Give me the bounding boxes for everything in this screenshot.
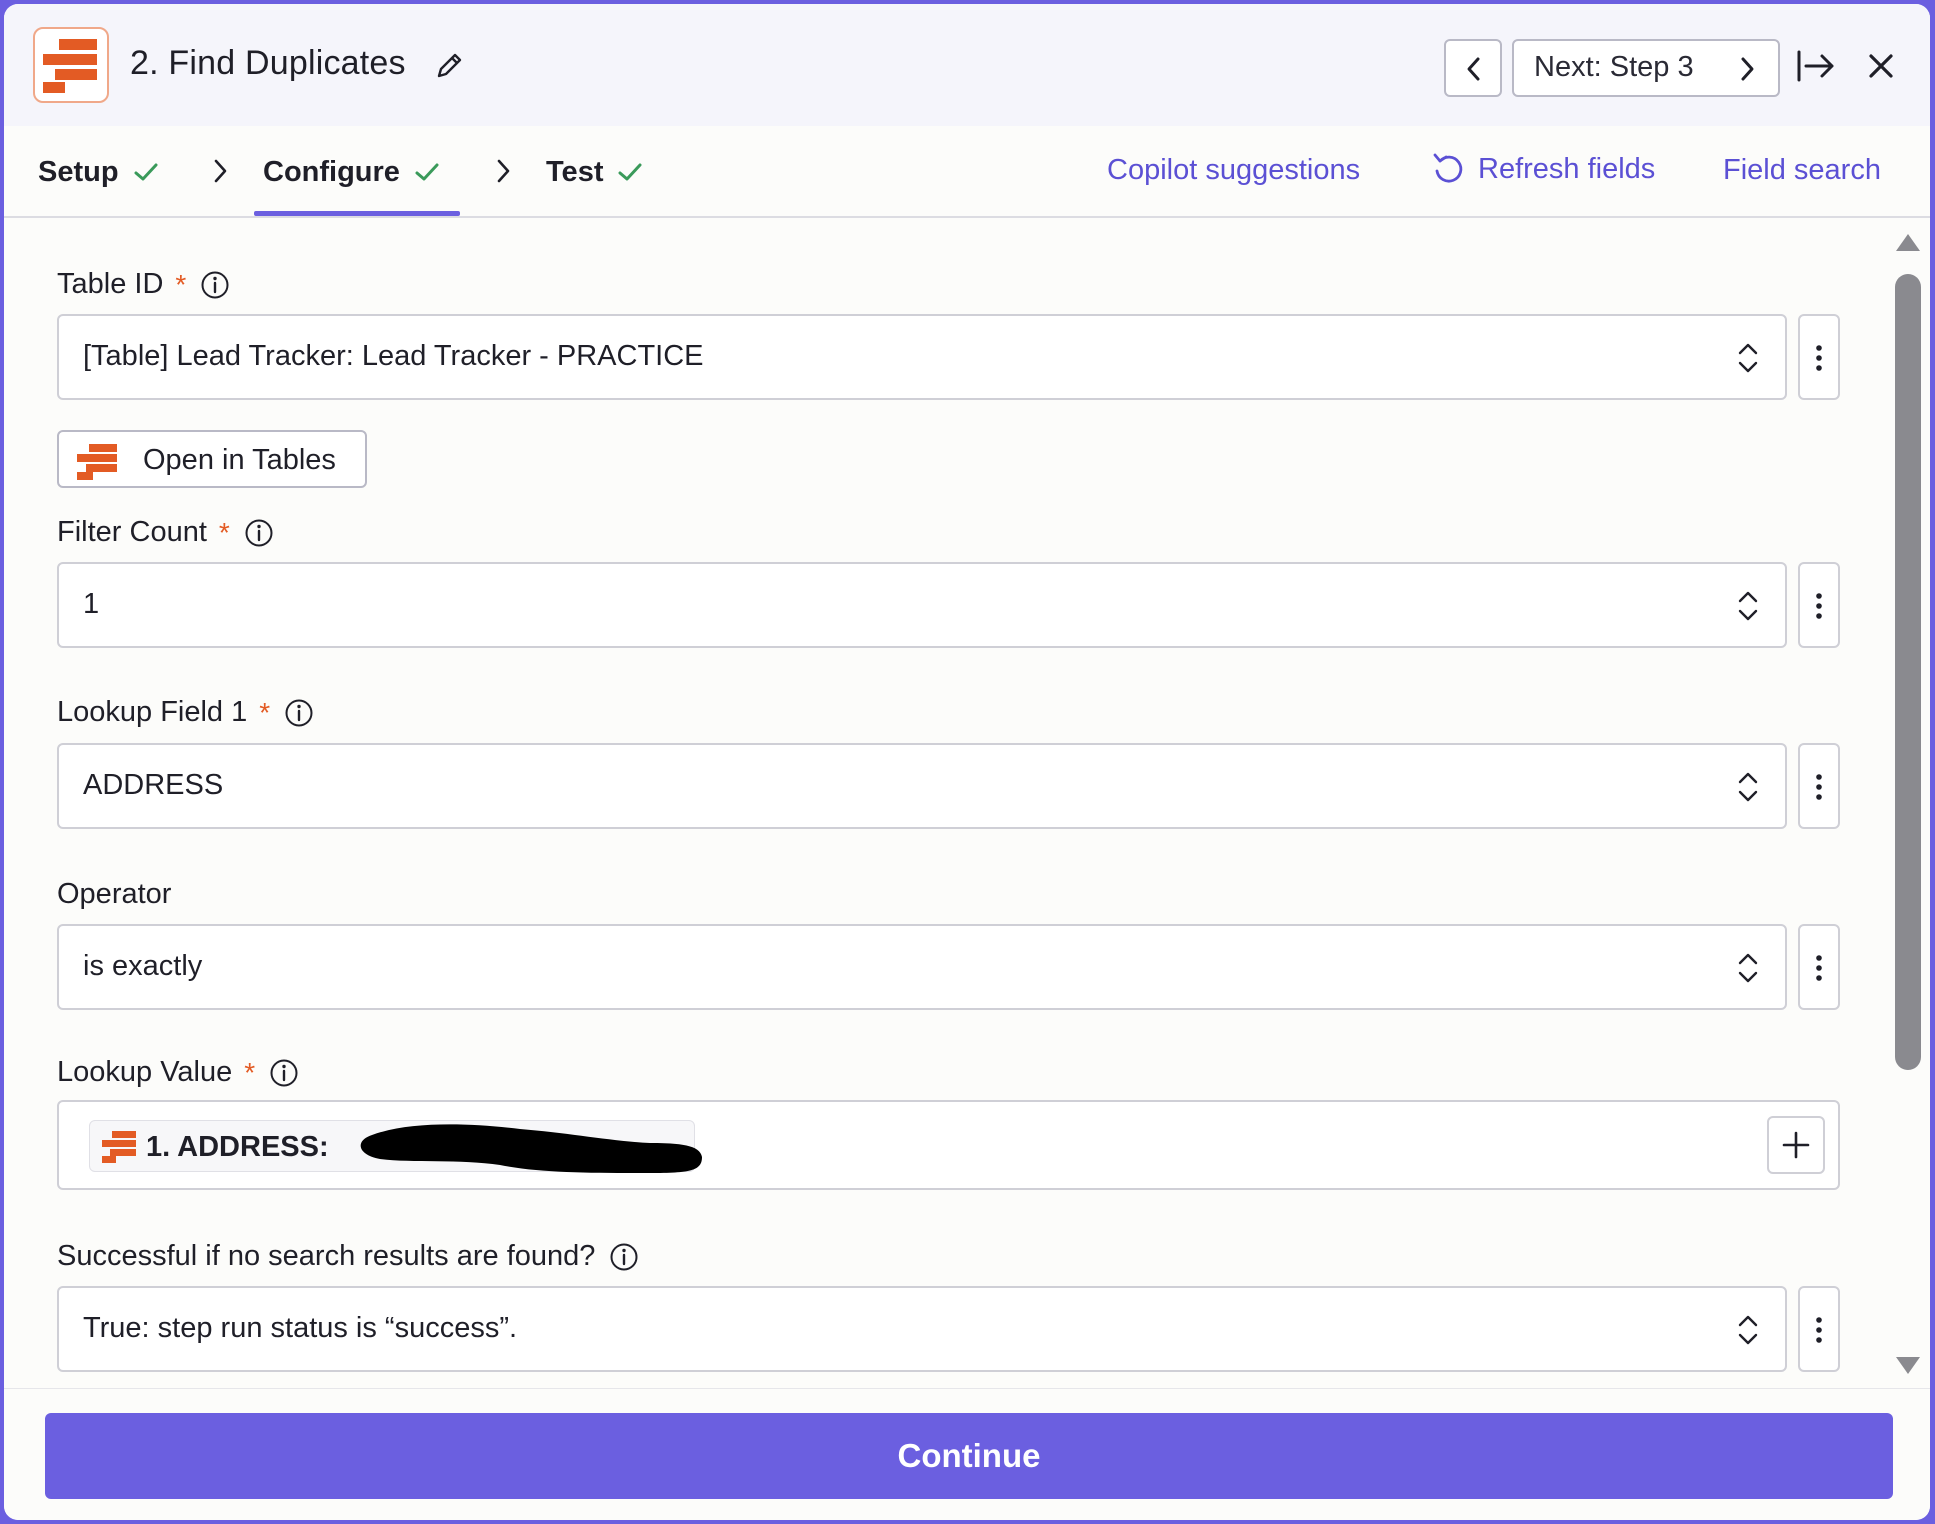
active-tab-indicator [254,211,460,216]
step-editor-panel: 2. Find Duplicates Next: Step 3 Setup Co… [4,4,1930,1520]
redaction-mark [360,1124,702,1173]
close-icon[interactable] [1867,52,1895,80]
field-search-link[interactable]: Field search [1723,154,1881,187]
tab-setup[interactable]: Setup [38,152,159,192]
check-icon [134,163,158,181]
chevron-up-down-icon [1738,343,1758,373]
tab-test[interactable]: Test [546,152,643,192]
lookup-field-1-more-button[interactable] [1798,743,1840,829]
configure-form: Table ID * [Table] Lead Tracker: Lead Tr… [4,220,1930,1388]
kebab-menu-icon [1816,345,1822,371]
refresh-icon [1433,153,1463,183]
tab-label: Configure [263,155,400,188]
next-step-button[interactable]: Next: Step 3 [1512,39,1780,97]
operator-label: Operator [57,878,171,911]
scroll-down-arrow-icon[interactable] [1895,1356,1921,1376]
open-in-tables-button[interactable]: Open in Tables [57,430,367,488]
open-in-tables-label: Open in Tables [143,444,336,476]
kebab-menu-icon [1816,774,1822,800]
filter-count-more-button[interactable] [1798,562,1840,648]
table-id-value: [Table] Lead Tracker: Lead Tracker - PRA… [83,340,704,372]
scrollbar-thumb[interactable] [1895,274,1921,1070]
chevron-left-icon [1467,57,1480,81]
lookup-value-label-text: Lookup Value [57,1056,233,1088]
table-id-more-button[interactable] [1798,314,1840,400]
success-if-none-value: True: step run status is “success”. [83,1312,518,1344]
table-id-label: Table ID * [57,268,230,301]
tables-logo-icon [77,444,117,480]
table-id-label-text: Table ID [57,268,164,300]
info-icon[interactable] [269,1058,299,1088]
collapse-panel-icon[interactable] [1796,48,1836,84]
filter-count-label-text: Filter Count [57,516,207,548]
info-icon[interactable] [609,1242,639,1272]
success-if-none-more-button[interactable] [1798,1286,1840,1372]
operator-more-button[interactable] [1798,924,1840,1010]
panel-footer: Continue [4,1388,1930,1520]
info-icon[interactable] [284,698,314,728]
refresh-fields-button[interactable]: Refresh fields [1432,152,1655,186]
kebab-menu-icon [1816,1317,1822,1343]
chevron-right-icon [497,159,510,183]
info-icon[interactable] [244,518,274,548]
refresh-fields-label: Refresh fields [1478,152,1656,185]
chevron-right-icon [214,159,227,183]
lookup-field-1-label-text: Lookup Field 1 [57,696,248,728]
mapped-field-pill[interactable]: 1. ADDRESS: [89,1120,702,1173]
chevron-up-down-icon [1738,772,1758,802]
lookup-field-1-value: ADDRESS [83,769,224,801]
tables-logo-icon [43,39,97,93]
lookup-field-1-label: Lookup Field 1 * [57,696,314,729]
check-icon [618,163,642,181]
lookup-field-1-select[interactable]: ADDRESS [57,743,1787,829]
kebab-menu-icon [1816,593,1822,619]
filter-count-value: 1 [83,588,100,620]
panel-header: 2. Find Duplicates Next: Step 3 [4,4,1930,126]
previous-step-button[interactable] [1444,39,1502,97]
insert-data-button[interactable] [1767,1116,1825,1174]
kebab-menu-icon [1816,955,1822,981]
tables-app-logo [33,27,109,103]
plus-icon [1782,1131,1810,1159]
success-if-none-select[interactable]: True: step run status is “success”. [57,1286,1787,1372]
scroll-up-arrow-icon[interactable] [1895,232,1921,252]
lookup-value-label: Lookup Value * [57,1056,299,1089]
tab-configure[interactable]: Configure [263,152,440,192]
table-id-select[interactable]: [Table] Lead Tracker: Lead Tracker - PRA… [57,314,1787,400]
chevron-up-down-icon [1738,953,1758,983]
chevron-up-down-icon [1738,591,1758,621]
operator-select[interactable]: is exactly [57,924,1787,1010]
tab-label: Test [546,155,604,188]
chevron-right-icon [1741,57,1754,81]
continue-button[interactable]: Continue [45,1413,1893,1499]
check-icon [415,163,439,181]
step-title: 2. Find Duplicates [130,44,406,82]
required-marker: * [218,516,230,548]
operator-value: is exactly [83,950,203,982]
required-marker: * [244,1056,256,1088]
filter-count-select[interactable]: 1 [57,562,1787,648]
pencil-icon[interactable] [435,50,465,80]
next-step-label: Next: Step 3 [1534,51,1694,83]
success-if-none-label-text: Successful if no search results are foun… [57,1240,596,1272]
lookup-value-input[interactable]: 1. ADDRESS: [57,1100,1840,1190]
operator-label-text: Operator [57,878,172,910]
tab-label: Setup [38,155,119,188]
mapped-field-label: 1. ADDRESS: [146,1131,329,1163]
copilot-suggestions-link[interactable]: Copilot suggestions [1107,154,1360,187]
chevron-up-down-icon [1738,1315,1758,1345]
required-marker: * [259,696,271,728]
filter-count-label: Filter Count * [57,516,274,549]
tables-logo-icon [102,1131,136,1163]
success-if-none-label: Successful if no search results are foun… [57,1240,639,1273]
step-tabs: Setup Configure Test Copilot suggestions [4,126,1930,218]
info-icon[interactable] [200,270,230,300]
required-marker: * [175,268,187,300]
